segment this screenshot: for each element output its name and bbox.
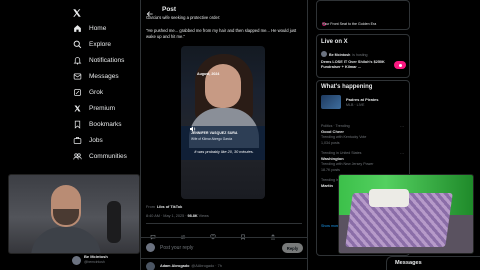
sidebar-item-notifications[interactable]: Notifications	[72, 54, 124, 66]
avatar	[72, 255, 81, 265]
event-thumbnail	[321, 95, 341, 109]
sidebar-item-home[interactable]: Home	[72, 22, 106, 34]
trend-topic[interactable]: Washington	[321, 156, 344, 161]
live-host-line: Be Mcintosh is hosting	[329, 53, 368, 57]
live-join-button[interactable]	[394, 61, 406, 69]
sidebar-item-label: Grok	[89, 88, 104, 96]
video-caption: It was probably like 20, 30 minutes.	[194, 150, 254, 154]
people-icon	[72, 151, 82, 161]
account-switcher[interactable]: Be Mcintosh @bemcintosh	[72, 252, 138, 268]
source-link[interactable]: Libs of TikTok	[157, 205, 182, 209]
trend-topic[interactable]: Good Cheer	[321, 129, 344, 134]
pip-pillow	[369, 189, 409, 207]
live-host-avatar	[321, 51, 327, 57]
live-dot-icon	[398, 63, 402, 67]
next-reply-handle: @AAbrogado · 7h	[191, 264, 222, 268]
bookmark-icon	[72, 119, 82, 129]
next-reply-author[interactable]: Adam Abrogado	[160, 264, 189, 268]
post-meta: 8:40 AM · May 1, 2025 · 98.8K Views	[146, 214, 209, 218]
promo-search-icon	[322, 14, 327, 26]
next-reply-avatar	[146, 262, 155, 270]
event-sub: MLB · LIVE	[346, 103, 365, 107]
pip-overlay	[338, 174, 474, 254]
briefcase-icon	[72, 135, 82, 145]
post-actions	[146, 223, 302, 224]
sidebar-item-jobs[interactable]: Jobs	[72, 134, 103, 146]
sidebar-item-label: Messages	[89, 72, 119, 80]
sidebar-item-grok[interactable]: Grok	[72, 86, 103, 98]
sidebar-item-label: Premium	[89, 104, 116, 112]
post-quote: "He pushed me... grabbed me from my hair…	[146, 28, 297, 39]
sidebar-item-label: Home	[89, 24, 107, 32]
sidebar-item-premium[interactable]: Premium	[72, 102, 115, 114]
page-title: Post	[162, 6, 177, 13]
from-label: From	[146, 205, 155, 209]
messages-drawer-label: Messages	[395, 260, 422, 266]
sidebar-item-label: Notifications	[89, 56, 125, 64]
view-count: 98.8K	[187, 214, 198, 218]
video-speaker-role: Wife of Kilmar Abrego Garcia	[191, 137, 233, 141]
speaker-icon[interactable]	[189, 120, 197, 132]
webcam-person-body	[31, 227, 101, 253]
webcam-microphone	[107, 201, 121, 243]
trend-context: Politics · Trending	[321, 124, 350, 128]
bookmark-action-icon[interactable]	[240, 227, 246, 240]
trend-sub: Trending with Kentucky Vote	[321, 135, 367, 139]
like-icon[interactable]	[210, 227, 216, 240]
more-icon[interactable]: ···	[400, 124, 404, 129]
mail-icon	[72, 71, 82, 81]
sidebar-item-messages[interactable]: Messages	[72, 70, 119, 82]
sidebar-item-bookmarks[interactable]: Bookmarks	[72, 118, 122, 130]
next-reply-header: Adam Abrogado @AAbrogado · 7h	[160, 264, 222, 268]
reply-input[interactable]: Post your reply	[160, 245, 193, 251]
promo-caption: Your Front Seat to the Golden Era	[322, 22, 377, 26]
reply-button[interactable]: Reply	[282, 243, 303, 253]
video-date: August, 2024	[197, 72, 220, 76]
sidebar-item-explore[interactable]: Explore	[72, 38, 111, 50]
trend-sub: Trending with New Jersey Power	[321, 162, 374, 166]
profile-handle: @bemcintosh	[84, 260, 105, 264]
search-icon	[72, 39, 82, 49]
column-divider	[307, 0, 308, 270]
source-line: From Libs of TikTok	[146, 205, 182, 209]
divider	[141, 258, 307, 259]
live-title: Live on X	[321, 39, 348, 45]
sidebar-item-label: Communities	[89, 152, 127, 160]
trend-count: 1,034 posts	[321, 141, 340, 145]
post-video[interactable]: August, 2024 JENNIFER VASQUEZ SURA Wife …	[181, 46, 265, 199]
webcam-overlay	[8, 174, 140, 254]
bell-icon	[72, 55, 82, 65]
post-time[interactable]: 8:40 AM · May 1, 2025 ·	[146, 214, 187, 218]
sidebar-item-label: Jobs	[89, 136, 103, 144]
sidebar-item-label: Explore	[89, 40, 112, 48]
repost-icon[interactable]	[180, 227, 186, 239]
happening-title: What's happening	[321, 84, 373, 90]
back-button[interactable]	[146, 5, 154, 17]
live-host[interactable]: Be Mcintosh	[329, 53, 350, 57]
video-person-face	[205, 64, 241, 108]
trend-topic[interactable]: Martin	[321, 183, 333, 188]
messages-drawer[interactable]: Messages	[386, 256, 480, 270]
grok-icon	[72, 87, 82, 97]
live-status: is hosting	[352, 53, 368, 57]
share-icon[interactable]	[270, 227, 276, 240]
more-icon[interactable]: ···	[400, 151, 404, 156]
show-more-link[interactable]: Show more	[321, 224, 339, 228]
live-text[interactable]: Dems LOSE IT Over Shiloh's $250K Fundrai…	[321, 60, 389, 70]
views-label: Views	[198, 214, 209, 218]
divider	[141, 237, 307, 238]
event-title[interactable]: Padres at Pirates	[346, 97, 378, 102]
reply-avatar	[146, 243, 155, 252]
sidebar-item-communities[interactable]: Communities	[72, 150, 127, 162]
sidebar-item-label: Bookmarks	[89, 120, 122, 128]
reply-icon[interactable]	[150, 227, 156, 240]
column-divider	[140, 0, 141, 270]
trend-count: 18.7K posts	[321, 168, 340, 172]
home-icon	[72, 23, 82, 33]
video-speaker-name: JENNIFER VASQUEZ SURA	[191, 131, 238, 135]
post-text-top: Garcia's wife seeking a protective order…	[146, 15, 221, 20]
x-logo-icon[interactable]	[72, 5, 82, 17]
trend-context: Trending in United States	[321, 151, 362, 155]
x-premium-icon	[72, 103, 82, 113]
